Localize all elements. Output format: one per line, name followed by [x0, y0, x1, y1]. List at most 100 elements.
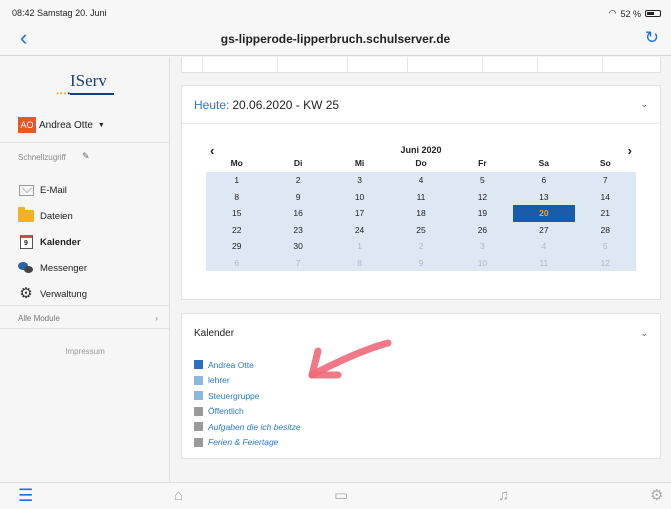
calendar-list-item[interactable]: lehrer: [194, 373, 301, 389]
main-content: Heute: 20.06.2020 - KW 25 ⌄ ‹ Juni 2020 …: [171, 57, 671, 482]
day-cell[interactable]: 9: [267, 189, 328, 206]
day-cell[interactable]: 29: [206, 238, 267, 255]
day-cell[interactable]: 26: [452, 222, 513, 239]
day-cell[interactable]: 9: [390, 255, 451, 272]
day-cell[interactable]: 13: [513, 189, 574, 206]
day-cell[interactable]: 10: [329, 189, 390, 206]
today-prefix: Heute:: [194, 97, 230, 112]
home-icon[interactable]: ⌂: [174, 488, 183, 504]
day-cell[interactable]: 10: [452, 255, 513, 272]
day-cell[interactable]: 12: [452, 189, 513, 206]
day-cell[interactable]: 1: [329, 238, 390, 255]
weekday-label: So: [599, 158, 611, 168]
chevron-right-icon: ›: [155, 314, 158, 323]
day-cell[interactable]: 2: [267, 172, 328, 189]
status-bar: 08:42 Samstag 20. Juni ◠ 52 %: [0, 0, 671, 22]
day-cell[interactable]: 4: [390, 172, 451, 189]
day-cell[interactable]: 23: [267, 222, 328, 239]
calendar-list-item[interactable]: Aufgaben die ich besitze: [194, 419, 301, 435]
impressum-link[interactable]: Impressum: [0, 347, 170, 356]
sidebar-item-administration[interactable]: ⚙ Verwaltung: [18, 281, 168, 307]
menu-icon[interactable]: ☰: [18, 487, 33, 504]
day-cell[interactable]: 5: [452, 172, 513, 189]
day-cell[interactable]: 16: [267, 205, 328, 222]
day-cell[interactable]: 14: [575, 189, 636, 206]
day-cell[interactable]: 5: [575, 238, 636, 255]
day-cell[interactable]: 18: [390, 205, 451, 222]
day-cell[interactable]: 7: [575, 172, 636, 189]
sidebar-item-calendar[interactable]: 9 Kalender: [18, 229, 168, 255]
sidebar-item-messenger[interactable]: Messenger: [18, 255, 168, 281]
day-cell[interactable]: 8: [329, 255, 390, 272]
day-cell[interactable]: 24: [329, 222, 390, 239]
day-cell[interactable]: 2: [390, 238, 451, 255]
sidebar-item-label: E-Mail: [40, 184, 67, 196]
day-cell[interactable]: 11: [390, 189, 451, 206]
quick-access-label: Schnellzugriff: [18, 153, 66, 162]
day-cell[interactable]: 28: [575, 222, 636, 239]
status-time: 08:42 Samstag 20. Juni: [12, 8, 107, 18]
today-heading[interactable]: Heute: 20.06.2020 - KW 25 ⌄: [182, 86, 660, 124]
chat-bubble-icon[interactable]: ▭: [334, 488, 348, 504]
pencil-icon[interactable]: ✎: [82, 151, 90, 162]
day-cell[interactable]: 3: [329, 172, 390, 189]
calendar-list-item[interactable]: Andrea Otte: [194, 357, 301, 373]
all-modules-label: Alle Module: [18, 314, 60, 323]
day-cell[interactable]: 15: [206, 205, 267, 222]
day-cell[interactable]: 4: [513, 238, 574, 255]
bottom-tab-bar: ☰ ⌂ ▭ ♫ ⚙: [0, 482, 671, 509]
battery-icon: [645, 10, 661, 17]
sidebar-item-email[interactable]: E-Mail: [18, 177, 168, 203]
month-label: Juni 2020: [400, 145, 442, 155]
day-cell[interactable]: 6: [513, 172, 574, 189]
calendar-list-title: Kalender: [194, 327, 235, 339]
wifi-icon: ◠: [608, 8, 617, 18]
logo-text: IServ: [70, 71, 107, 90]
calendar-list-item[interactable]: Öffentlich: [194, 404, 301, 420]
day-cell[interactable]: 19: [452, 205, 513, 222]
weekday-label: Mo: [230, 158, 243, 168]
chat-icon: [18, 262, 34, 274]
day-cell[interactable]: 17: [329, 205, 390, 222]
day-cell[interactable]: 1: [206, 172, 267, 189]
weekday-label: Sa: [538, 158, 550, 168]
sidebar-item-files[interactable]: Dateien: [18, 203, 168, 229]
reload-icon[interactable]: ↻: [645, 28, 659, 48]
day-cell[interactable]: 27: [513, 222, 574, 239]
day-cell[interactable]: 3: [452, 238, 513, 255]
day-cell[interactable]: 30: [267, 238, 328, 255]
sidebar-item-label: Dateien: [40, 210, 73, 222]
divider: [0, 328, 170, 329]
day-cell[interactable]: 22: [206, 222, 267, 239]
avatar: AO: [18, 117, 36, 133]
calendar-list-label: Aufgaben die ich besitze: [208, 421, 301, 432]
user-menu[interactable]: AO Andrea Otte ▼: [18, 117, 105, 133]
sidebar-item-label: Verwaltung: [40, 288, 88, 300]
all-modules-toggle[interactable]: Alle Module ›: [18, 314, 158, 323]
day-cell[interactable]: 6: [206, 255, 267, 272]
day-cell[interactable]: 21: [575, 205, 636, 222]
calendar-list-heading[interactable]: Kalender ⌄: [182, 314, 660, 352]
day-cell[interactable]: 7: [267, 255, 328, 272]
chevron-down-icon[interactable]: ⌄: [640, 328, 648, 339]
folder-icon: [18, 207, 34, 222]
mail-icon: [18, 184, 34, 196]
calendar-list-item[interactable]: Ferien & Feiertage: [194, 435, 301, 451]
calendar-list-label: Andrea Otte: [208, 359, 254, 370]
weekday-label: Fr: [478, 158, 487, 168]
weekday-label: Di: [293, 158, 303, 168]
day-cell[interactable]: 12: [575, 255, 636, 272]
next-month-button[interactable]: ›: [628, 143, 632, 158]
prev-month-button[interactable]: ‹: [210, 143, 214, 158]
day-cell[interactable]: 8: [206, 189, 267, 206]
day-cell-today[interactable]: 20: [513, 205, 575, 222]
calendar-list-item[interactable]: Steuergruppe: [194, 388, 301, 404]
day-cell[interactable]: 25: [390, 222, 451, 239]
sidebar: •••• IServ AO Andrea Otte ▼ Schnellzugri…: [0, 57, 170, 482]
iserv-logo[interactable]: •••• IServ: [56, 71, 116, 101]
bell-icon[interactable]: ♫: [498, 488, 509, 504]
calendar-list-card: Kalender ⌄ Andrea Otte lehrer Steuergruppe…: [181, 313, 661, 459]
day-cell[interactable]: 11: [513, 255, 574, 272]
settings-gear-icon[interactable]: ⚙: [650, 488, 663, 504]
chevron-down-icon[interactable]: ⌄: [640, 99, 648, 110]
